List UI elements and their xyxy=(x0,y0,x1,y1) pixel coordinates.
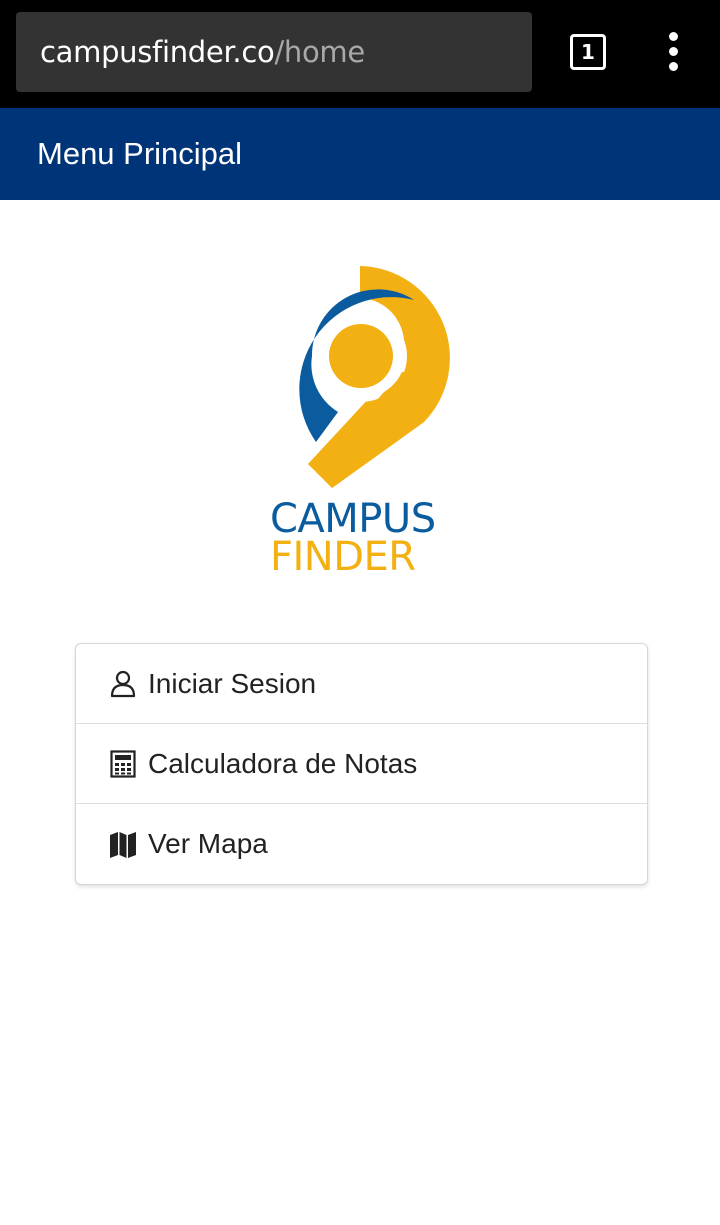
more-vert-icon[interactable] xyxy=(656,30,692,74)
menu-item-label: Calculadora de Notas xyxy=(148,747,418,779)
tab-count: 1 xyxy=(581,40,595,64)
url-bar[interactable]: campusfinder.co/home xyxy=(16,12,532,92)
app-header: Menu Principal xyxy=(0,108,720,200)
menu-item-ver-mapa[interactable]: Ver Mapa xyxy=(76,804,647,884)
browser-toolbar: campusfinder.co/home 1 xyxy=(0,0,720,108)
user-icon xyxy=(108,669,138,699)
menu-item-label: Iniciar Sesion xyxy=(148,667,317,699)
url-path: /home xyxy=(274,35,365,69)
campus-finder-logo-icon xyxy=(266,262,456,490)
main-menu-list: Iniciar Sesion Calculadora de Notas Ver … xyxy=(75,643,648,885)
logo-text-finder: FINDER xyxy=(270,534,416,580)
page-title: Menu Principal xyxy=(37,136,243,171)
calculator-icon xyxy=(108,749,138,779)
map-icon xyxy=(108,829,138,859)
logo-pin-graphic xyxy=(299,266,450,488)
url-host: campusfinder.co xyxy=(40,35,275,69)
menu-item-calculadora-de-notas[interactable]: Calculadora de Notas xyxy=(76,724,647,804)
logo-text-campus: CAMPUS xyxy=(270,496,436,542)
menu-item-label: Ver Mapa xyxy=(148,828,268,859)
menu-item-iniciar-sesion[interactable]: Iniciar Sesion xyxy=(76,644,647,724)
tab-switcher-button[interactable]: 1 xyxy=(570,34,606,70)
